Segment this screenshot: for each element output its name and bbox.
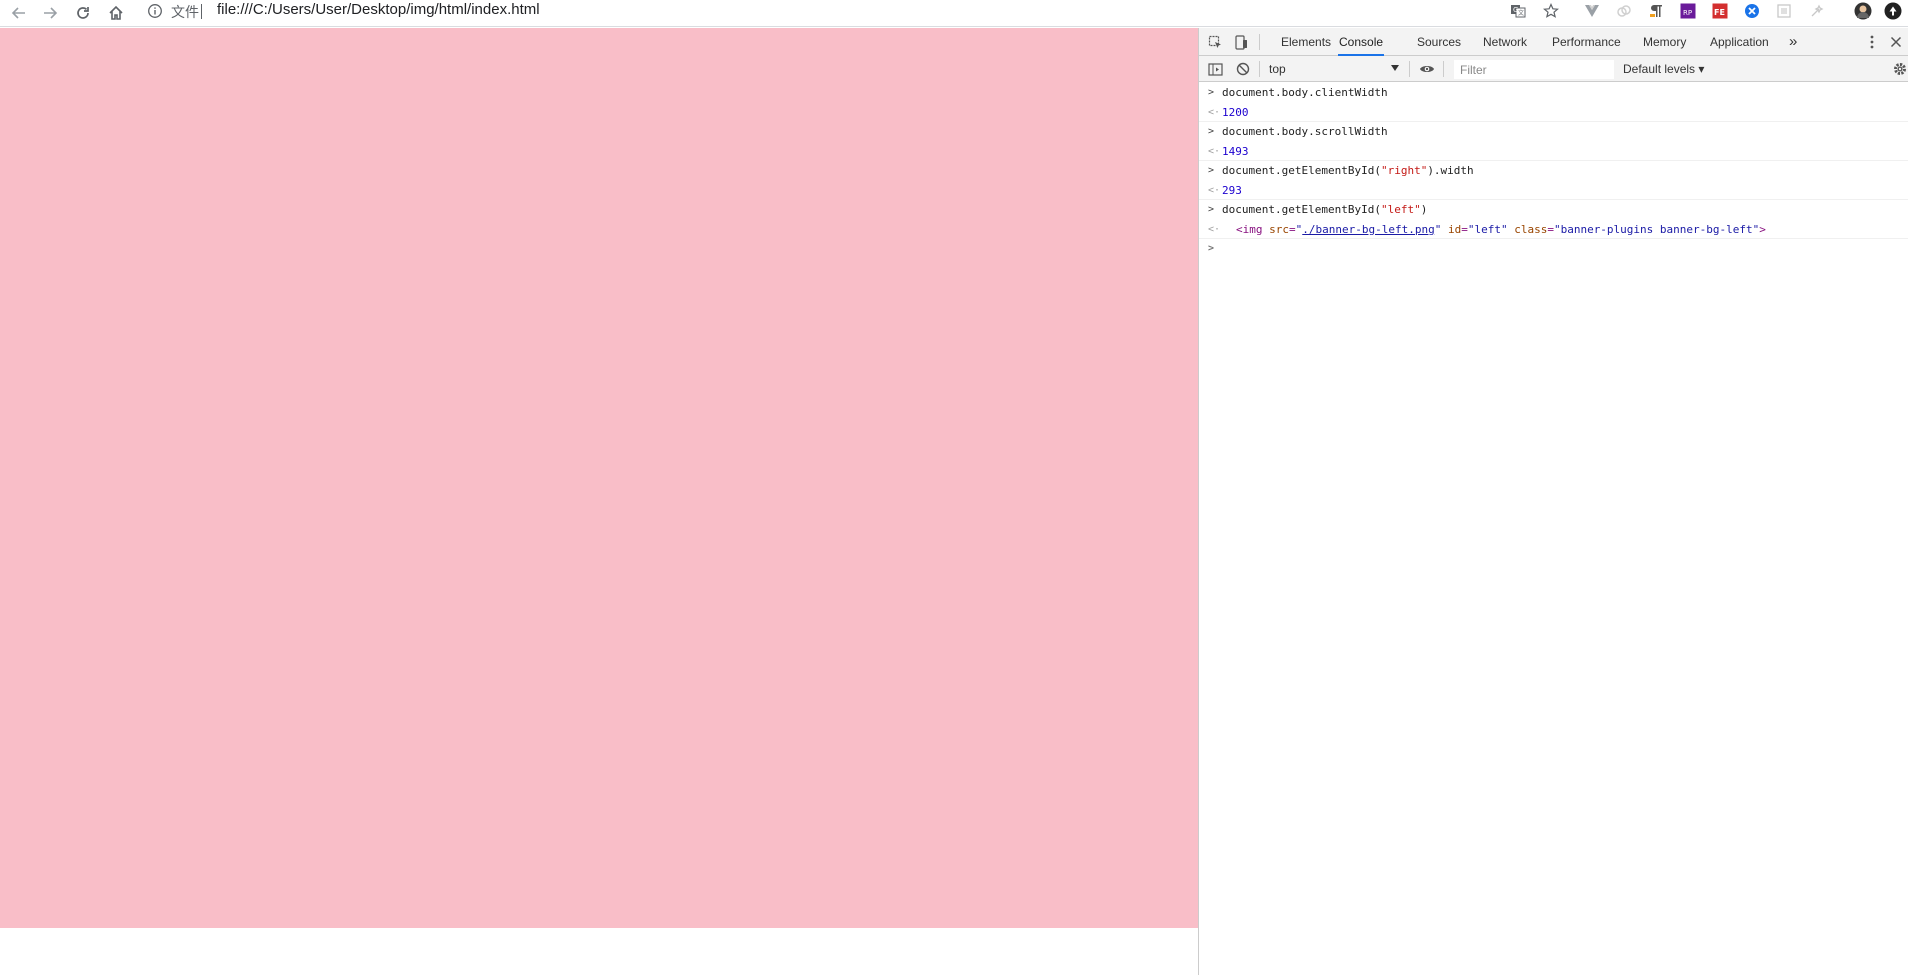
- console-toolbar: top Default levels ▾: [1199, 56, 1908, 82]
- extension-icon[interactable]: [1775, 2, 1793, 20]
- console-string-arg: "right": [1380, 164, 1428, 177]
- tab-elements[interactable]: Elements: [1280, 28, 1332, 56]
- result-arrow-icon: <·: [1208, 106, 1221, 118]
- console-result[interactable]: 1493: [1222, 145, 1249, 158]
- console-command-part: document.getElementById(: [1222, 164, 1381, 177]
- html-attr-name: id: [1447, 222, 1462, 236]
- more-tabs-icon[interactable]: »: [1788, 28, 1798, 56]
- html-attr-value: "left": [1467, 222, 1508, 236]
- bookmark-star-icon[interactable]: [1542, 2, 1560, 20]
- result-arrow-icon: <·: [1208, 184, 1221, 196]
- console-input-row: > document.body.clientWidth: [1199, 83, 1908, 103]
- chrome-extension-icon[interactable]: [1743, 2, 1761, 20]
- console-command-part: ).width: [1427, 164, 1474, 177]
- browser-toolbar: 文件 file:///C:/Users/User/Desktop/img/htm…: [0, 0, 1908, 27]
- tab-memory[interactable]: Memory: [1642, 28, 1687, 56]
- console-command: document.body.scrollWidth: [1222, 125, 1388, 138]
- extension-icon[interactable]: [1808, 2, 1826, 20]
- image-link[interactable]: ./banner-bg-left.png: [1302, 223, 1434, 236]
- banner-area: [0, 28, 1198, 928]
- customize-menu-icon[interactable]: [1863, 33, 1881, 51]
- html-punct: =: [1547, 222, 1554, 236]
- console-string-arg: "left": [1380, 203, 1421, 216]
- console-input-row: > document.body.scrollWidth: [1199, 122, 1908, 142]
- html-attr-value: "banner-plugins banner-bg-left": [1553, 222, 1760, 236]
- back-icon[interactable]: [7, 1, 31, 25]
- svg-text:文: 文: [1518, 9, 1524, 17]
- console-command-part: ): [1420, 203, 1428, 216]
- console-log: > document.body.clientWidth <· 1200 > do…: [1199, 83, 1908, 259]
- html-punct: ": [1434, 222, 1442, 236]
- protocol-label: 文件: [171, 4, 199, 20]
- console-prompt[interactable]: >: [1199, 239, 1908, 259]
- device-toolbar-icon[interactable]: [1232, 33, 1250, 51]
- fe-extension-icon[interactable]: FE: [1711, 2, 1729, 20]
- sidebar-toggle-icon[interactable]: [1206, 60, 1224, 78]
- profile-avatar-icon[interactable]: [1854, 2, 1872, 20]
- extension-icon[interactable]: [1615, 2, 1633, 20]
- tab-performance[interactable]: Performance: [1551, 28, 1622, 56]
- close-icon[interactable]: [1887, 33, 1905, 51]
- log-levels-dropdown[interactable]: Default levels ▾: [1623, 60, 1704, 78]
- input-chevron-icon: >: [1208, 126, 1215, 137]
- html-tag: >: [1759, 222, 1766, 236]
- console-result-row: <· 1493: [1199, 142, 1908, 161]
- context-selector[interactable]: top: [1269, 60, 1399, 78]
- forward-icon[interactable]: [38, 1, 62, 25]
- address-bar[interactable]: file:///C:/Users/User/Desktop/img/html/i…: [217, 1, 540, 18]
- toolbar-divider: [1443, 61, 1444, 77]
- console-result[interactable]: 293: [1222, 184, 1242, 197]
- paragraph-icon[interactable]: [1647, 2, 1665, 20]
- tab-divider: [1259, 34, 1260, 50]
- home-icon[interactable]: [104, 1, 128, 25]
- svg-text:RP: RP: [1683, 9, 1692, 17]
- devtools-tab-bar: Elements Console Sources Network Perform…: [1199, 28, 1908, 56]
- clear-console-icon[interactable]: [1234, 60, 1252, 78]
- console-result[interactable]: 1200: [1222, 106, 1249, 119]
- prompt-chevron-icon: >: [1208, 243, 1215, 254]
- result-arrow-icon: <·: [1208, 145, 1221, 157]
- console-result-row: <· 293: [1199, 181, 1908, 200]
- translate-icon[interactable]: G文: [1509, 2, 1527, 20]
- html-tag[interactable]: <img: [1236, 223, 1263, 236]
- tab-console[interactable]: Console: [1338, 28, 1385, 56]
- console-result-row: <· <img src="./banner-bg-left.png" id="l…: [1199, 220, 1908, 239]
- toolbar-divider: [1409, 61, 1410, 77]
- rp-extension-icon[interactable]: RP: [1679, 2, 1697, 20]
- html-punct: =: [1461, 222, 1468, 236]
- chevron-down-icon: [1391, 65, 1399, 71]
- result-arrow-icon: <·: [1208, 223, 1221, 235]
- console-input-row: > document.getElementById("left"): [1199, 200, 1908, 220]
- html-attr-name: class: [1514, 222, 1548, 236]
- input-chevron-icon: >: [1208, 204, 1215, 215]
- html-attr-name: src: [1269, 222, 1289, 236]
- input-chevron-icon: >: [1208, 87, 1215, 98]
- gear-icon[interactable]: [1891, 60, 1908, 78]
- info-icon[interactable]: [147, 3, 163, 19]
- eye-icon[interactable]: [1418, 60, 1436, 78]
- console-result-row: <· 1200: [1199, 103, 1908, 122]
- page-viewport: [0, 28, 1198, 975]
- tab-network[interactable]: Network: [1482, 28, 1528, 56]
- toolbar-divider: [1259, 61, 1260, 77]
- inspect-element-icon[interactable]: [1206, 33, 1224, 51]
- console-command: document.body.clientWidth: [1222, 86, 1388, 99]
- console-command-part: document.getElementById(: [1222, 203, 1381, 216]
- menu-icon[interactable]: [1884, 2, 1902, 20]
- console-input-row: > document.getElementById("right").width: [1199, 161, 1908, 181]
- reload-icon[interactable]: [71, 1, 95, 25]
- filter-input[interactable]: [1454, 60, 1614, 79]
- html-punct: =: [1289, 222, 1296, 236]
- url-divider: [201, 4, 202, 19]
- svg-text:FE: FE: [1714, 8, 1725, 17]
- vue-devtools-icon[interactable]: [1583, 2, 1601, 20]
- tab-sources[interactable]: Sources: [1416, 28, 1462, 56]
- input-chevron-icon: >: [1208, 165, 1215, 176]
- tab-application[interactable]: Application: [1709, 28, 1770, 56]
- devtools-panel: Elements Console Sources Network Perform…: [1198, 28, 1908, 975]
